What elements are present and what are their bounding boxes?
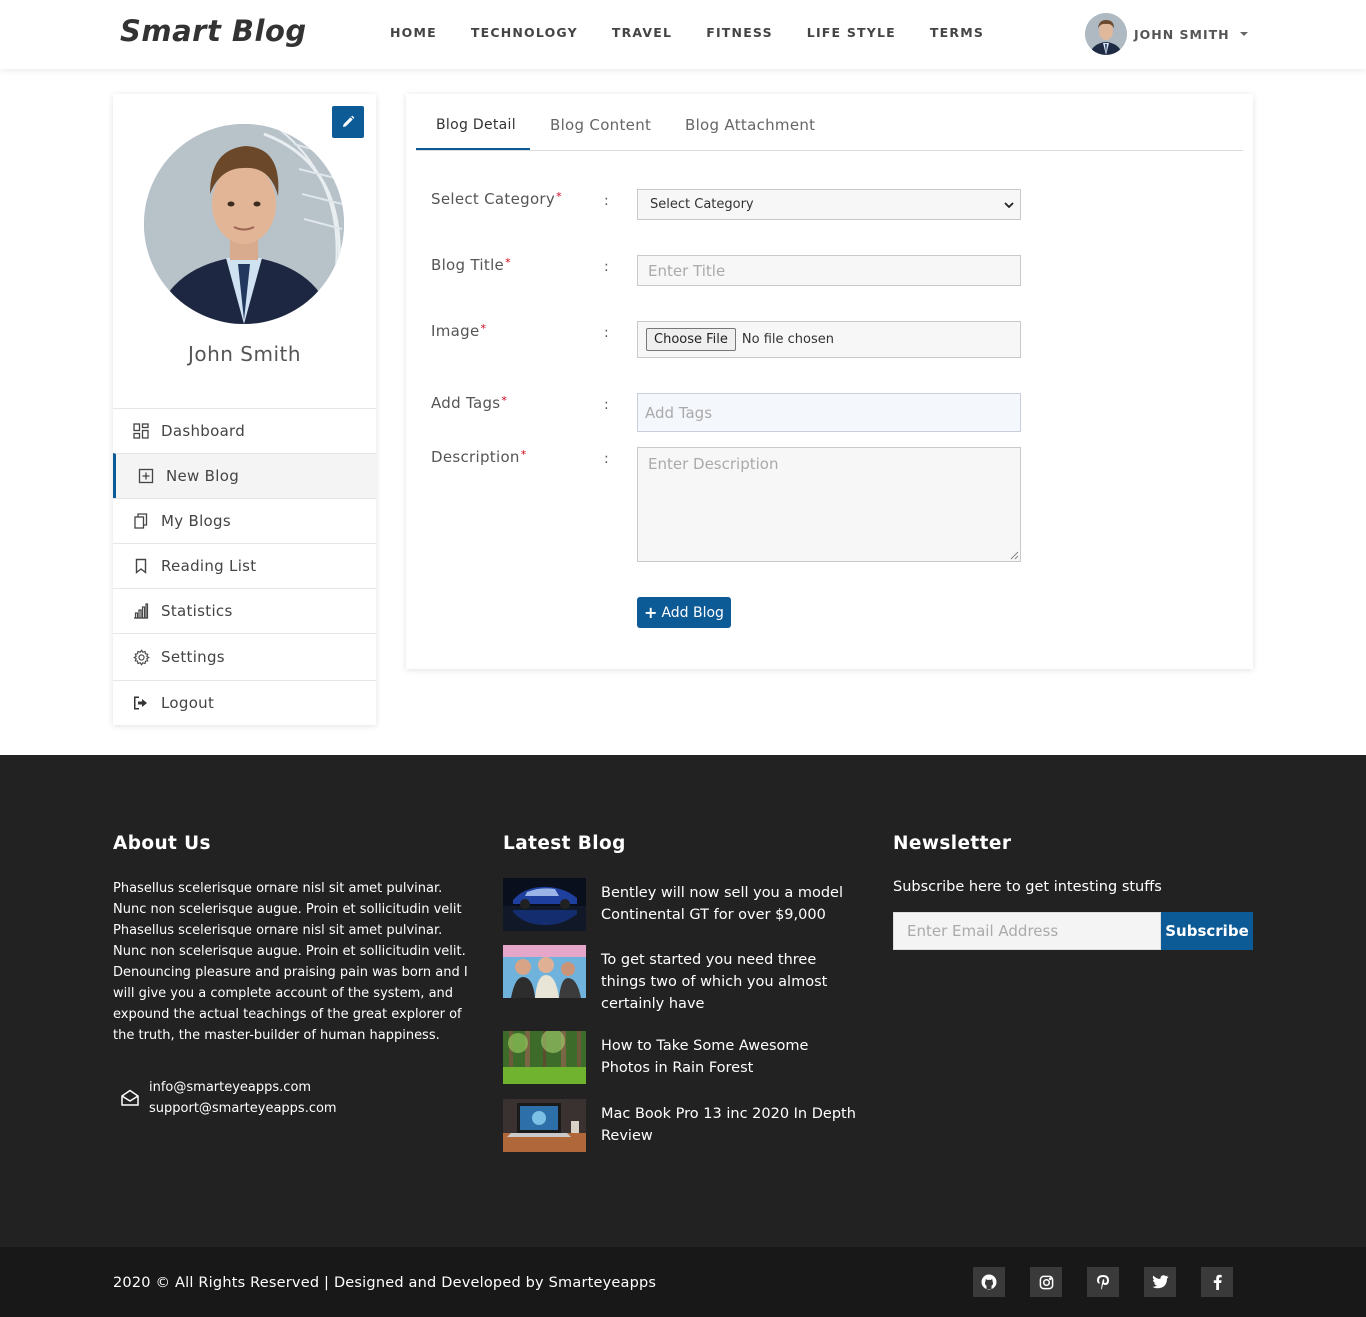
profile-avatar — [144, 124, 344, 324]
sidebar-item-label: Statistics — [161, 602, 233, 620]
tags-input[interactable]: Add Tags — [637, 393, 1021, 432]
description-textarea[interactable]: Enter Description — [637, 447, 1021, 562]
profile-sidebar: John Smith Dashboard New Blog My Blogs R… — [113, 94, 376, 725]
colon: : — [604, 451, 609, 467]
tab-blog-detail[interactable]: Blog Detail — [436, 117, 516, 133]
envelope-open-icon — [121, 1089, 139, 1106]
about-text: Phasellus scelerisque ornare nisl sit am… — [113, 881, 468, 1043]
plus-square-icon — [137, 467, 155, 485]
add-blog-label: Add Blog — [661, 604, 724, 621]
subscribe-button[interactable]: Subscribe — [1161, 912, 1253, 950]
nav-home[interactable]: HOME — [390, 25, 437, 40]
nav-life-style[interactable]: LIFE STYLE — [807, 25, 896, 40]
tab-blog-content[interactable]: Blog Content — [550, 116, 651, 134]
user-name: JOHN SMITH — [1134, 26, 1230, 42]
sidebar-item-label: Settings — [161, 648, 225, 666]
image-file-input: Choose File No file chosen — [637, 321, 1021, 358]
sidebar-item-my-blogs[interactable]: My Blogs — [113, 498, 376, 543]
colon: : — [604, 325, 609, 341]
profile-name: John Smith — [187, 342, 302, 366]
nav-travel[interactable]: TRAVEL — [612, 25, 672, 40]
latest-blog-heading: Latest Blog — [503, 833, 626, 854]
tab-blog-attachment[interactable]: Blog Attachment — [685, 116, 815, 134]
pinterest-icon[interactable] — [1087, 1267, 1119, 1297]
category-label: Select Category* — [431, 190, 562, 208]
sidebar-item-label: New Blog — [166, 467, 240, 485]
image-label: Image* — [431, 322, 487, 340]
copy-icon — [132, 512, 150, 530]
title-label: Blog Title* — [431, 256, 511, 274]
user-avatar — [1085, 13, 1127, 55]
grid-icon — [132, 422, 150, 440]
email-support[interactable]: support@smarteyeapps.com — [149, 1098, 337, 1119]
blog-thumbnail — [503, 1031, 586, 1084]
choose-file-button[interactable]: Choose File — [646, 328, 736, 351]
sidebar-item-new-blog[interactable]: New Blog — [113, 453, 376, 498]
instagram-icon[interactable] — [1030, 1267, 1062, 1297]
blog-thumbnail — [503, 945, 586, 998]
file-status: No file chosen — [741, 332, 834, 347]
facebook-icon[interactable] — [1201, 1267, 1233, 1297]
category-select[interactable]: Select Category — [637, 189, 1021, 220]
category-select-value: Select Category — [650, 197, 754, 212]
main-nav: HOME TECHNOLOGY TRAVEL FITNESS LIFE STYL… — [390, 25, 1018, 40]
nav-fitness[interactable]: FITNESS — [706, 25, 773, 40]
blog-title: To get started you need three things two… — [601, 952, 828, 1012]
colon: : — [604, 259, 609, 275]
form-tabs: Blog Detail Blog Content Blog Attachment — [416, 94, 1243, 151]
top-navbar: Smart Blog HOME TECHNOLOGY TRAVEL FITNES… — [0, 0, 1366, 69]
pencil-icon — [343, 115, 355, 127]
contact-emails: info@smarteyeapps.com support@smarteyeap… — [120, 1077, 337, 1119]
sign-out-icon — [132, 694, 150, 712]
blog-title: Mac Book Pro 13 inc 2020 In Depth Review — [601, 1106, 856, 1144]
nav-terms[interactable]: TERMS — [930, 25, 984, 40]
blog-form-card: Blog Detail Blog Content Blog Attachment… — [406, 94, 1253, 669]
chevron-down-icon — [1004, 202, 1014, 209]
email-info[interactable]: info@smarteyeapps.com — [149, 1077, 337, 1098]
bookmark-icon — [132, 557, 150, 575]
sidebar-menu: Dashboard New Blog My Blogs Reading List… — [113, 408, 376, 725]
nav-technology[interactable]: TECHNOLOGY — [471, 25, 578, 40]
user-menu[interactable]: JOHN SMITH — [1085, 13, 1248, 55]
resize-handle-icon[interactable] — [1010, 551, 1019, 560]
social-links — [973, 1267, 1258, 1297]
sidebar-item-label: My Blogs — [161, 512, 231, 530]
sidebar-item-label: Logout — [161, 694, 215, 712]
blog-thumbnail — [503, 878, 586, 931]
copyright-bar: 2020 © All Rights Reserved | Designed an… — [0, 1247, 1366, 1317]
newsletter-heading: Newsletter — [893, 833, 1012, 854]
bar-chart-icon — [132, 602, 150, 620]
active-tab-indicator — [416, 148, 530, 150]
sidebar-item-dashboard[interactable]: Dashboard — [113, 408, 376, 453]
sidebar-item-settings[interactable]: Settings — [113, 633, 376, 680]
sidebar-item-label: Reading List — [161, 557, 257, 575]
github-icon[interactable] — [973, 1267, 1005, 1297]
tags-label: Add Tags* — [431, 394, 508, 412]
about-heading: About Us — [113, 833, 211, 854]
blog-thumbnail — [503, 1099, 586, 1152]
title-input[interactable]: Enter Title — [637, 255, 1021, 286]
description-label: Description* — [431, 448, 527, 466]
sidebar-item-logout[interactable]: Logout — [113, 680, 376, 725]
twitter-icon[interactable] — [1144, 1267, 1176, 1297]
plus-icon: + — [644, 603, 658, 622]
sidebar-item-label: Dashboard — [161, 422, 246, 440]
newsletter-subtitle: Subscribe here to get intesting stuffs — [893, 879, 1162, 895]
add-blog-button[interactable]: + Add Blog — [637, 597, 731, 628]
description-placeholder: Enter Description — [648, 455, 779, 473]
newsletter-email-input[interactable]: Enter Email Address — [893, 912, 1161, 950]
brand-logo[interactable]: Smart Blog — [120, 14, 307, 48]
colon: : — [604, 193, 609, 209]
blog-title: How to Take Some Awesome Photos in Rain … — [601, 1038, 809, 1076]
blog-title: Bentley will now sell you a model Contin… — [601, 885, 844, 923]
colon: : — [604, 397, 609, 413]
footer: About Us Phasellus scelerisque ornare ni… — [0, 755, 1366, 1247]
copyright-text: 2020 © All Rights Reserved | Designed an… — [113, 1275, 657, 1291]
gear-icon — [132, 648, 150, 666]
sidebar-item-statistics[interactable]: Statistics — [113, 588, 376, 633]
sidebar-item-reading-list[interactable]: Reading List — [113, 543, 376, 588]
chevron-down-icon — [1239, 32, 1248, 36]
edit-profile-button[interactable] — [332, 106, 364, 138]
